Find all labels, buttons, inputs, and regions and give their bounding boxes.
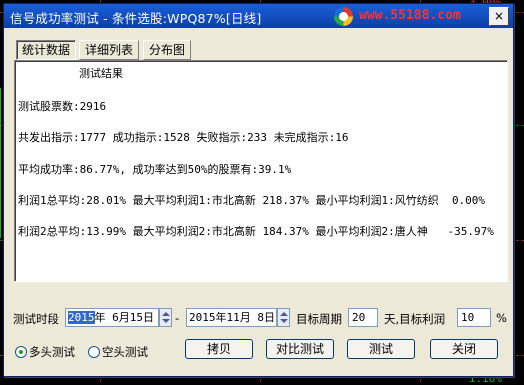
spinner-down-icon[interactable] bbox=[280, 319, 288, 323]
close-button[interactable]: 关闭 bbox=[430, 339, 498, 359]
percent-unit: % bbox=[496, 311, 507, 325]
copy-button[interactable]: 拷贝 bbox=[185, 339, 253, 359]
tab-statistics[interactable]: 统计数据 bbox=[16, 40, 77, 60]
compare-test-button[interactable]: 对比测试 bbox=[266, 339, 334, 359]
site-logo-icon bbox=[334, 7, 353, 26]
long-test-label[interactable]: 多头测试 bbox=[29, 344, 75, 360]
target-profit-input[interactable]: 10 bbox=[457, 308, 491, 327]
short-test-label[interactable]: 空头测试 bbox=[102, 344, 148, 360]
result-profit2: 利润2总平均:13.99% 最大平均利润2:市北高新 184.37% 最小平均利… bbox=[18, 225, 494, 238]
title-bar[interactable]: 信号成功率测试 - 条件选股:WPQ87%[日线] www.55188.com … bbox=[4, 4, 513, 28]
spinner-up-icon[interactable] bbox=[280, 312, 288, 316]
tab-detail-list[interactable]: 详细列表 bbox=[79, 40, 140, 60]
window-title: 信号成功率测试 - 条件选股:WPQ87%[日线] bbox=[10, 11, 262, 26]
target-period-input[interactable]: 20 bbox=[348, 308, 378, 327]
end-date-spinner[interactable] bbox=[277, 308, 290, 327]
close-window-button[interactable]: × bbox=[489, 7, 509, 26]
results-heading: 测试结果 bbox=[79, 67, 123, 80]
long-test-radio[interactable] bbox=[15, 346, 27, 358]
result-success-rate: 平均成功率:86.77%, 成功率达到50%的股票有:39.1% bbox=[18, 163, 292, 176]
signal-test-dialog: 信号成功率测试 - 条件选股:WPQ87%[日线] www.55188.com … bbox=[3, 3, 514, 377]
result-profit1: 利润1总平均:28.01% 最大平均利润1:市北高新 218.37% 最小平均利… bbox=[18, 194, 486, 207]
start-year-segment[interactable]: 2015 bbox=[68, 311, 95, 324]
start-date-field[interactable]: 2015年 6月15日 bbox=[65, 308, 159, 327]
target-period-label: 目标周期 bbox=[296, 312, 342, 326]
watermark-url: www.55188.com bbox=[359, 8, 461, 23]
result-stock-count: 测试股票数:2916 bbox=[18, 100, 107, 113]
period-label: 测试时段 bbox=[13, 312, 59, 326]
short-test-radio[interactable] bbox=[88, 346, 100, 358]
start-date-spinner[interactable] bbox=[159, 308, 172, 327]
results-panel[interactable]: 测试结果 测试股票数:2916 共发出指示:1777 成功指示:1528 失败指… bbox=[14, 60, 508, 282]
tab-distribution[interactable]: 分布图 bbox=[143, 40, 192, 60]
test-button[interactable]: 测试 bbox=[347, 339, 415, 359]
spinner-down-icon[interactable] bbox=[162, 319, 170, 323]
start-date-rest: 年 6月15日 bbox=[94, 311, 155, 324]
result-signal-counts: 共发出指示:1777 成功指示:1528 失败指示:233 未完成指示:16 bbox=[18, 131, 349, 144]
target-profit-label: 天,目标利润 bbox=[384, 312, 446, 326]
end-date-field[interactable]: 2015年11月 8日 bbox=[186, 308, 277, 327]
spinner-up-icon[interactable] bbox=[162, 312, 170, 316]
date-separator: - bbox=[175, 311, 180, 325]
